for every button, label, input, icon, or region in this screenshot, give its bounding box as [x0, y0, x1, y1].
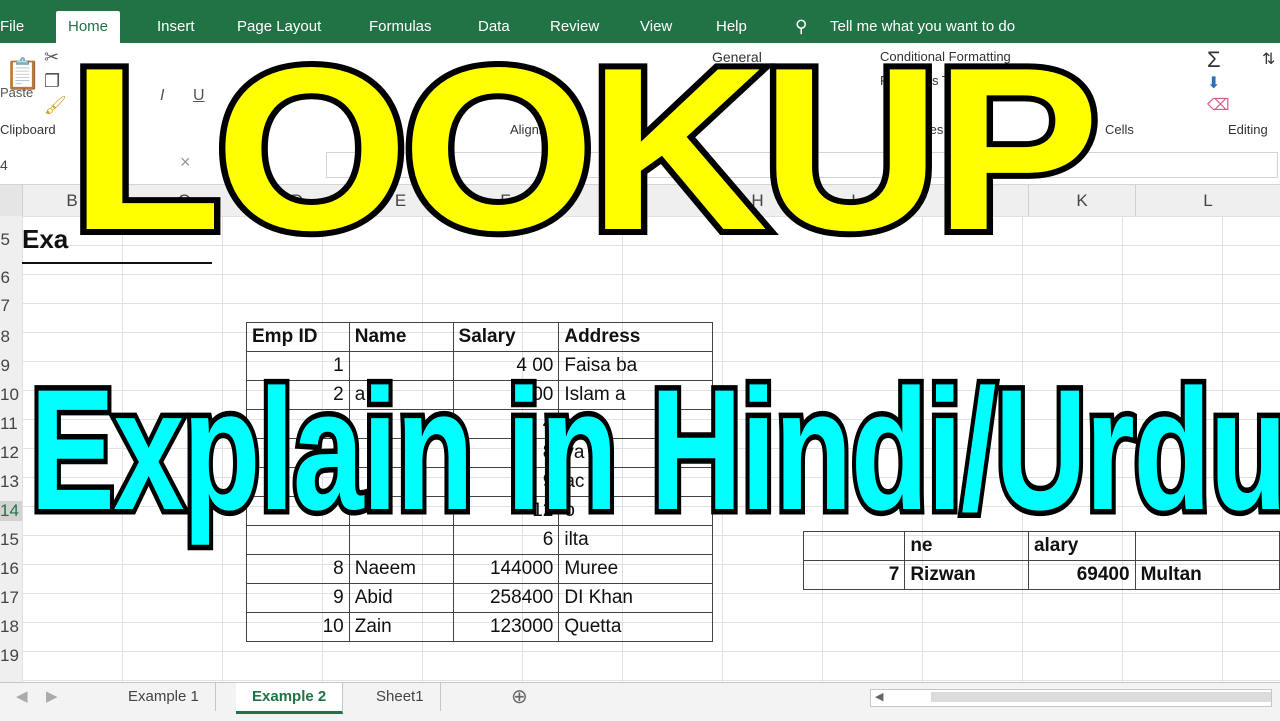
sort-filter-icon[interactable]: ⇅ [1262, 49, 1275, 69]
sheet-title: Exa [22, 224, 69, 254]
clear-icon[interactable]: ⌫ [1207, 95, 1230, 115]
row-header[interactable]: 7 [0, 296, 22, 316]
copy-icon[interactable]: ❐ [44, 71, 60, 92]
scroll-right-icon[interactable]: ▶ [30, 683, 74, 711]
row-header[interactable]: 6 [0, 268, 22, 288]
table-cell[interactable]: 258400 [452, 583, 560, 613]
row-header[interactable]: 8 [0, 327, 22, 347]
row-header[interactable]: 9 [0, 356, 22, 376]
table-row: 9 Abid 258400 DI Khan [246, 583, 713, 613]
sheet-tab-example-1[interactable]: Example 1 [112, 683, 216, 711]
sheet-tab-sheet1[interactable]: Sheet1 [360, 683, 441, 711]
row-headers: 5 6 7 8 9 10 11 12 13 14 15 16 17 18 19 [0, 216, 23, 682]
scrollbar-thumb[interactable] [931, 692, 1271, 702]
row-header[interactable]: 11 [0, 414, 22, 434]
table-cell[interactable]: 9 [246, 583, 350, 613]
table-cell[interactable]: 123000 [452, 612, 560, 642]
fill-icon[interactable]: ⬇ [1207, 73, 1220, 93]
table-cell[interactable]: Quetta [558, 612, 713, 642]
scroll-left-arrow-icon[interactable]: ◀ [875, 690, 883, 703]
horizontal-scrollbar[interactable]: ◀ [870, 689, 1272, 707]
table-cell[interactable]: DI Khan [558, 583, 713, 613]
sheet-tab-example-2[interactable]: Example 2 [236, 683, 344, 714]
format-painter-icon[interactable]: 🖌 [44, 95, 67, 116]
row-header[interactable]: 12 [0, 443, 22, 463]
sheet-tab-bar: ◀ ▶ Example 1 Example 2 Sheet1 ⊕ ◀ [0, 682, 1280, 721]
row-header[interactable]: 17 [0, 588, 22, 608]
autosum-icon[interactable]: Σ [1207, 47, 1221, 73]
add-sheet-icon[interactable]: ⊕ [495, 683, 544, 711]
table-cell[interactable]: 10 [246, 612, 350, 642]
row-header[interactable]: 5 [0, 230, 22, 250]
row-header[interactable]: 13 [0, 472, 22, 492]
row-header[interactable]: 19 [0, 646, 22, 666]
row-header[interactable]: 16 [0, 559, 22, 579]
row-header-active[interactable]: 14 [0, 501, 22, 521]
group-cells: Cells [1105, 122, 1134, 137]
row-header[interactable]: 15 [0, 530, 22, 550]
group-clipboard: Clipboard [0, 122, 56, 137]
tab-file[interactable]: File [0, 11, 24, 43]
group-editing: Editing [1228, 122, 1268, 137]
table-row: 10 Zain 123000 Quetta [246, 612, 713, 642]
column-header[interactable]: L [1136, 185, 1280, 216]
row-header[interactable]: 10 [0, 385, 22, 405]
cut-icon[interactable]: ✂ [44, 47, 59, 68]
select-all-corner[interactable] [0, 185, 23, 216]
overlay-subtitle: Explain in Hindi/Urdu [26, 349, 1280, 552]
paste-label: Paste [0, 85, 34, 100]
table-cell[interactable]: Zain [348, 612, 454, 642]
row-header[interactable]: 18 [0, 617, 22, 637]
table-cell[interactable]: Abid [348, 583, 454, 613]
overlay-title: LOOKUP [64, 14, 1107, 285]
